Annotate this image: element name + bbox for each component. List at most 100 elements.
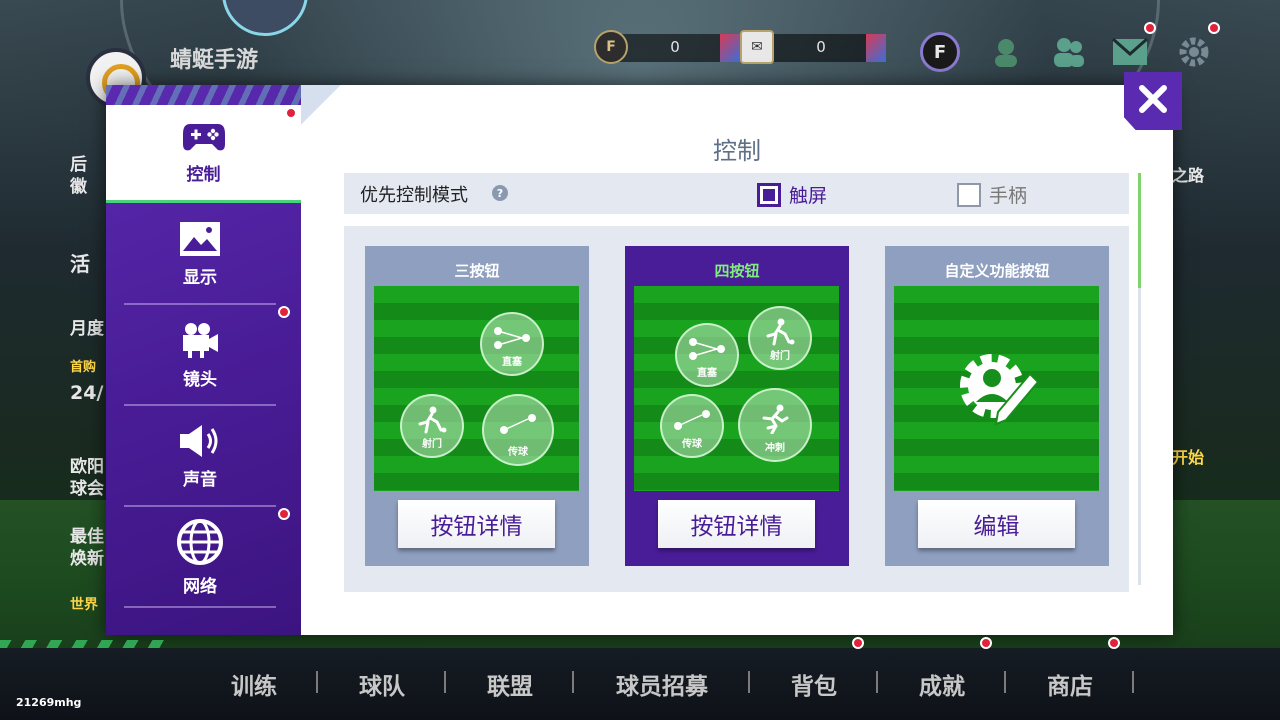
f-coin-icon: F xyxy=(594,30,628,64)
ticket-icon: ✉ xyxy=(740,30,774,64)
club-name: 蜻蜓手游 xyxy=(170,48,259,73)
network-badge xyxy=(278,508,290,520)
edit-button[interactable]: 编辑 xyxy=(918,500,1075,548)
mode-card-three-buttons[interactable]: 三按钮 直塞 射门 传球 按钮详情 xyxy=(365,246,589,566)
touchscreen-label: 触屏 xyxy=(789,185,828,207)
page-title: 控制 xyxy=(713,137,761,165)
pad-label: 传球 xyxy=(682,439,702,450)
pass-pad: 传球 xyxy=(482,394,554,466)
through-ball-pad: 直塞 xyxy=(480,312,544,376)
pitch-preview: 直塞 射门 传球 xyxy=(374,286,579,491)
sprint-icon xyxy=(760,404,790,438)
sidebar-item-label: 声音 xyxy=(183,469,217,490)
coin-amount: 0 xyxy=(670,38,680,56)
settings-icon[interactable] xyxy=(1174,32,1214,72)
scrollbar-thumb[interactable] xyxy=(1138,173,1141,288)
sprint-pad: 冲刺 xyxy=(738,388,812,462)
mode-title: 自定义功能按钮 xyxy=(944,262,1050,280)
sidebar-item-label: 显示 xyxy=(183,267,217,288)
settings-modal: 控制 显示 镜头 声音 网络 控制 优先控制模式 ? 触屏 手柄 三按钮 直塞 … xyxy=(106,85,1173,635)
nav-label: 成就 xyxy=(919,674,965,700)
bottom-nav-items: 训练 球队 联盟 球员招募 背包 成就 商店 xyxy=(190,637,1134,720)
speaker-icon xyxy=(178,423,222,459)
sidebar-item-label: 镜头 xyxy=(183,369,217,390)
gamepad-icon xyxy=(182,120,226,154)
pitch-preview xyxy=(894,286,1099,491)
button-details-button[interactable]: 按钮详情 xyxy=(398,500,555,548)
nav-label: 商店 xyxy=(1047,674,1093,700)
mode-card-four-buttons[interactable]: 四按钮 射门 直塞 传球 冲刺 按钮详情 xyxy=(625,246,849,566)
image-icon xyxy=(179,221,221,257)
backpack-badge xyxy=(852,637,864,649)
team-icon[interactable] xyxy=(1048,32,1088,72)
through-ball-pad: 直塞 xyxy=(675,323,739,387)
preferred-control-row: 优先控制模式 ? 触屏 手柄 xyxy=(344,173,1129,214)
mail-icon[interactable] xyxy=(1110,32,1150,72)
nav-item-recruit[interactable]: 球员招募 xyxy=(574,667,750,701)
top-bar: 蜻蜓手游 F 0 ✉ 0 F xyxy=(0,0,1280,108)
through-ball-icon xyxy=(687,337,727,365)
help-icon[interactable]: ? xyxy=(492,185,508,201)
gear-person-edit-icon xyxy=(952,342,1042,436)
through-ball-icon xyxy=(492,326,532,354)
settings-badge xyxy=(1208,22,1220,34)
gamepad-label: 手柄 xyxy=(989,185,1028,207)
achievements-badge xyxy=(980,637,992,649)
add-tickets-button[interactable] xyxy=(866,34,886,62)
f-logo-icon[interactable]: F xyxy=(920,32,960,72)
button-details-button[interactable]: 按钮详情 xyxy=(658,500,815,548)
sidebar-item-camera[interactable]: 镜头 xyxy=(124,306,290,406)
nav-label: 背包 xyxy=(791,674,837,700)
shop-badge xyxy=(1108,637,1120,649)
sidebar-item-display[interactable]: 显示 xyxy=(124,205,276,305)
pad-label: 直塞 xyxy=(502,357,522,368)
pad-label: 直塞 xyxy=(697,368,717,379)
sidebar-item-label: 控制 xyxy=(186,165,221,185)
currency-coins[interactable]: F 0 xyxy=(594,30,740,64)
nav-item-shop[interactable]: 商店 xyxy=(1006,637,1134,701)
nav-item-league[interactable]: 联盟 xyxy=(446,667,574,701)
camera-badge xyxy=(278,306,290,318)
close-button[interactable] xyxy=(1124,72,1182,130)
ticket-amount: 0 xyxy=(816,38,826,56)
shoot-icon xyxy=(417,406,447,438)
mode-card-custom[interactable]: 自定义功能按钮 编辑 xyxy=(885,246,1109,566)
mode-title: 四按钮 xyxy=(714,262,760,280)
camera-icon xyxy=(180,321,220,359)
preferred-control-label: 优先控制模式 xyxy=(360,185,468,206)
pad-label: 传球 xyxy=(508,447,528,458)
shoot-icon xyxy=(765,318,795,350)
control-badge xyxy=(285,107,297,119)
add-coins-button[interactable] xyxy=(720,34,740,62)
right-panel-item: 之路 xyxy=(1172,166,1205,185)
close-icon xyxy=(1138,84,1168,118)
gamepad-checkbox[interactable]: 手柄 xyxy=(957,181,1027,208)
touchscreen-checkbox[interactable]: 触屏 xyxy=(757,181,827,208)
globe-icon xyxy=(176,518,224,566)
mascot-image xyxy=(222,0,308,36)
pass-icon xyxy=(672,408,712,436)
bottom-nav: 训练 球队 联盟 球员招募 背包 成就 商店 xyxy=(0,637,1280,720)
sidebar-item-sound[interactable]: 声音 xyxy=(124,407,276,507)
mode-title: 三按钮 xyxy=(454,262,500,280)
control-modes-area: 三按钮 直塞 射门 传球 按钮详情 四按钮 射门 直塞 传球 冲刺 按钮详情 自… xyxy=(344,226,1129,592)
nav-item-team[interactable]: 球队 xyxy=(318,667,446,701)
friends-icon[interactable] xyxy=(986,32,1026,72)
control-settings-panel: 控制 优先控制模式 ? 触屏 手柄 三按钮 直塞 射门 传球 按钮详情 四按钮 … xyxy=(301,85,1173,635)
nav-item-training[interactable]: 训练 xyxy=(190,667,318,701)
sidebar-item-network[interactable]: 网络 xyxy=(124,508,290,608)
settings-sidebar: 控制 显示 镜头 声音 网络 xyxy=(106,85,301,635)
shoot-pad: 射门 xyxy=(400,394,464,458)
sidebar-item-control[interactable]: 控制 xyxy=(106,105,301,203)
pass-icon xyxy=(498,412,538,440)
sidebar-item-label: 网络 xyxy=(183,576,217,597)
pitch-preview: 射门 直塞 传球 冲刺 xyxy=(634,286,839,491)
checkbox-checked-icon xyxy=(757,182,781,207)
shoot-pad: 射门 xyxy=(748,306,812,370)
version-label: 21269mhg xyxy=(16,696,82,709)
pad-label: 冲刺 xyxy=(765,443,785,454)
nav-item-achievements[interactable]: 成就 xyxy=(878,637,1006,701)
nav-item-backpack[interactable]: 背包 xyxy=(750,637,878,701)
right-panel-item: 开始 xyxy=(1172,448,1205,467)
currency-tickets[interactable]: ✉ 0 xyxy=(740,30,886,64)
